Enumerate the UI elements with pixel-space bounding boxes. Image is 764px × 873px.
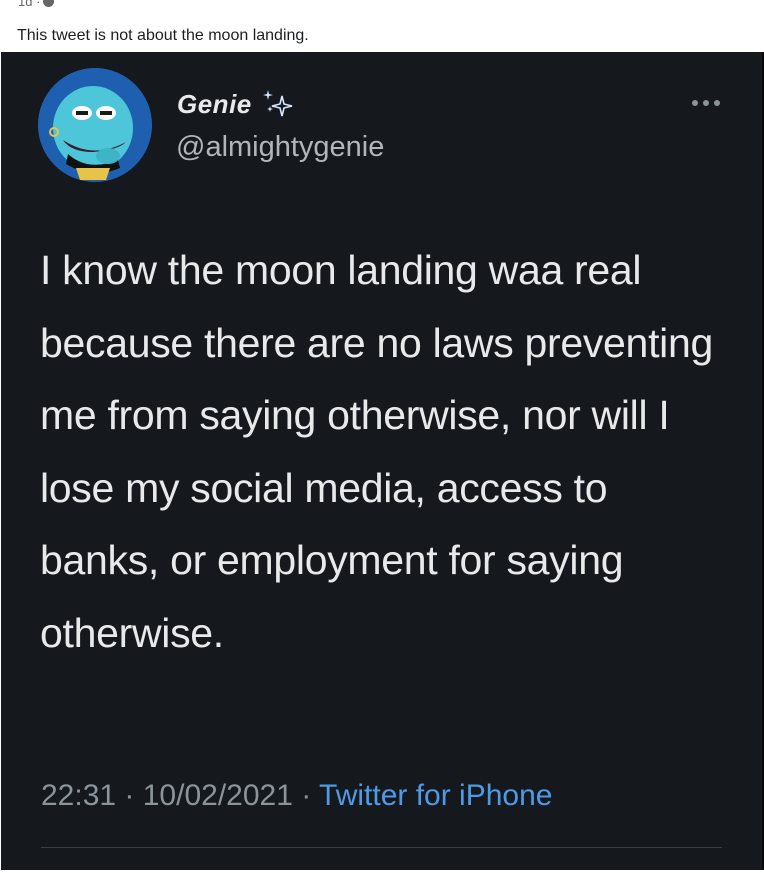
tweet-text: I know the moon landing waa real because… [40,247,713,656]
post-time[interactable]: 1d · [18,0,40,9]
meta-separator: · [116,779,143,812]
more-icon[interactable] [692,100,720,106]
post-meta: 1d · [18,0,55,9]
display-name-row[interactable]: Genie [177,88,296,120]
meta-separator: · [292,779,320,812]
display-name[interactable]: Genie [177,89,252,120]
divider [41,847,722,848]
facebook-post: 1d · This tweet is not about the moon la… [0,0,764,873]
globe-icon [43,0,55,7]
post-caption: This tweet is not about the moon landing… [17,27,309,44]
sparkles-icon [262,90,292,117]
user-handle[interactable]: @almightygenie [176,131,384,164]
genie-avatar [38,68,152,182]
tweet-date[interactable]: 10/02/2021 [143,779,293,812]
tweet-screenshot[interactable]: Genie @almightygenie I know the moon lan… [1,52,764,870]
tweet-source-link[interactable]: Twitter for iPhone [319,779,552,812]
tweet-time[interactable]: 22:31 [41,779,116,812]
tweet-meta: 22:31 · 10/02/2021 · Twitter for iPhone [41,779,552,813]
